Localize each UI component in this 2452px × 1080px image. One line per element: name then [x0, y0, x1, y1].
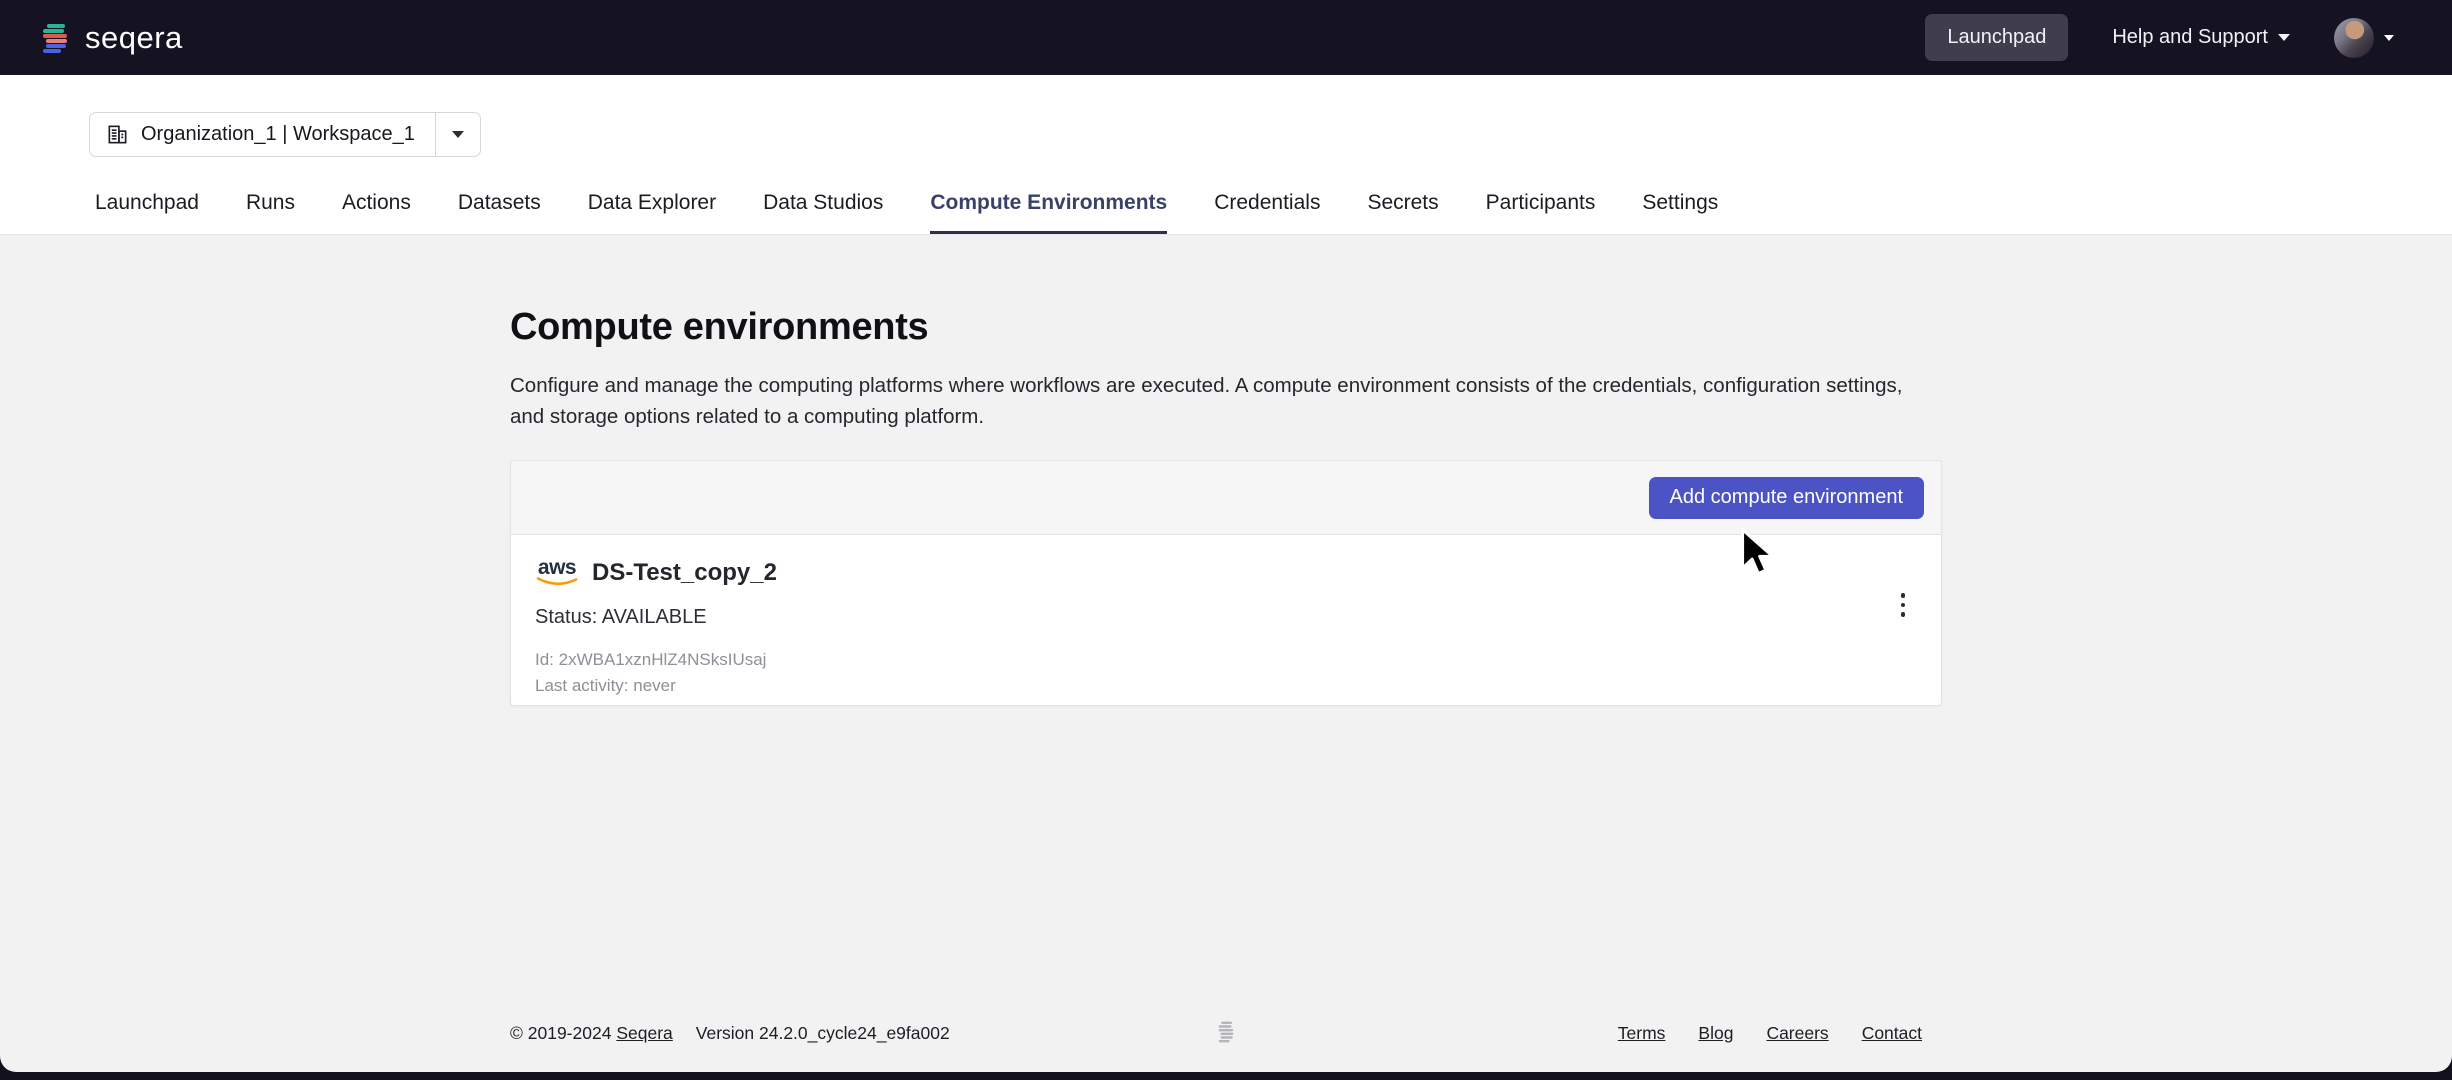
chevron-down-icon [2384, 35, 2394, 41]
environment-id: Id: 2xWBA1xznHlZ4NSksIUsaj [535, 650, 1917, 670]
environment-status: Status: AVAILABLE [535, 606, 1917, 629]
kebab-dot [1901, 593, 1906, 598]
workspace-selector-main[interactable]: Organization_1 | Workspace_1 [90, 113, 435, 156]
careers-link[interactable]: Careers [1766, 1023, 1828, 1044]
workspace-dropdown-toggle[interactable] [435, 113, 480, 156]
content-column: Compute environments Configure and manag… [510, 235, 1942, 706]
aws-logo-text: aws [538, 560, 576, 576]
environment-title-row: aws DS-Test_copy_2 [535, 558, 1917, 588]
compute-environment-row[interactable]: aws DS-Test_copy_2 Status: AVAILABLE Id:… [511, 535, 1941, 705]
launchpad-button[interactable]: Launchpad [1925, 14, 2068, 61]
page-description: Configure and manage the computing platf… [510, 370, 1935, 432]
workspace-tabs: Launchpad Runs Actions Datasets Data Exp… [0, 191, 2452, 234]
workspace-label: Organization_1 | Workspace_1 [141, 123, 415, 146]
chevron-down-icon [452, 131, 464, 138]
tab-launchpad[interactable]: Launchpad [95, 191, 199, 234]
blog-link[interactable]: Blog [1698, 1023, 1733, 1044]
seqera-logo-icon [37, 20, 73, 56]
navbar-right: Launchpad Help and Support [1925, 14, 2394, 61]
copyright-years: © 2019-2024 [510, 1023, 611, 1043]
help-and-support-menu[interactable]: Help and Support [2112, 26, 2290, 49]
panel-toolbar: Add compute environment [511, 461, 1941, 535]
kebab-dot [1901, 612, 1906, 617]
seqera-footer-mark-icon [1215, 1019, 1237, 1050]
environment-last-activity: Last activity: never [535, 676, 1917, 696]
copyright-text: © 2019-2024 Seqera [510, 1023, 673, 1044]
tab-credentials[interactable]: Credentials [1214, 191, 1320, 234]
brand-wordmark: seqera [85, 20, 183, 56]
user-menu[interactable] [2334, 18, 2394, 58]
tab-data-explorer[interactable]: Data Explorer [588, 191, 716, 234]
tab-datasets[interactable]: Datasets [458, 191, 541, 234]
top-navbar: seqera Launchpad Help and Support [0, 0, 2452, 75]
aws-provider-icon: aws [535, 560, 579, 588]
terms-link[interactable]: Terms [1618, 1023, 1666, 1044]
tab-actions[interactable]: Actions [342, 191, 411, 234]
footer-left: © 2019-2024 Seqera Version 24.2.0_cycle2… [510, 1023, 950, 1044]
avatar [2334, 18, 2374, 58]
aws-smile-icon [536, 576, 578, 588]
row-options-menu-button[interactable] [1895, 587, 1912, 623]
seqera-footer-link[interactable]: Seqera [616, 1023, 672, 1043]
seqera-brand[interactable]: seqera [37, 20, 183, 56]
tab-participants[interactable]: Participants [1486, 191, 1596, 234]
page-title: Compute environments [510, 235, 1942, 349]
version-text: Version 24.2.0_cycle24_e9fa002 [696, 1023, 950, 1044]
tab-secrets[interactable]: Secrets [1367, 191, 1438, 234]
tab-settings[interactable]: Settings [1642, 191, 1718, 234]
main-area: Compute environments Configure and manag… [0, 235, 2452, 1066]
workspace-selector[interactable]: Organization_1 | Workspace_1 [89, 112, 481, 157]
footer-links: Terms Blog Careers Contact [1618, 1023, 1922, 1044]
tab-data-studios[interactable]: Data Studios [763, 191, 883, 234]
compute-environments-panel: Add compute environment aws DS-Test_copy… [510, 460, 1942, 706]
content-sheet: seqera Launchpad Help and Support [0, 0, 2452, 1072]
tab-compute-environments[interactable]: Compute Environments [930, 191, 1167, 234]
kebab-dot [1901, 603, 1906, 608]
tab-runs[interactable]: Runs [246, 191, 295, 234]
help-label: Help and Support [2112, 26, 2268, 49]
chevron-down-icon [2278, 34, 2290, 41]
add-compute-environment-button[interactable]: Add compute environment [1649, 477, 1924, 519]
organization-icon [106, 123, 129, 146]
app-window: seqera Launchpad Help and Support [0, 0, 2452, 1080]
page-footer: © 2019-2024 Seqera Version 24.2.0_cycle2… [0, 1023, 2452, 1049]
contact-link[interactable]: Contact [1862, 1023, 1922, 1044]
workspace-band: Organization_1 | Workspace_1 Launchpad R… [0, 75, 2452, 235]
environment-name-link[interactable]: DS-Test_copy_2 [592, 559, 777, 587]
